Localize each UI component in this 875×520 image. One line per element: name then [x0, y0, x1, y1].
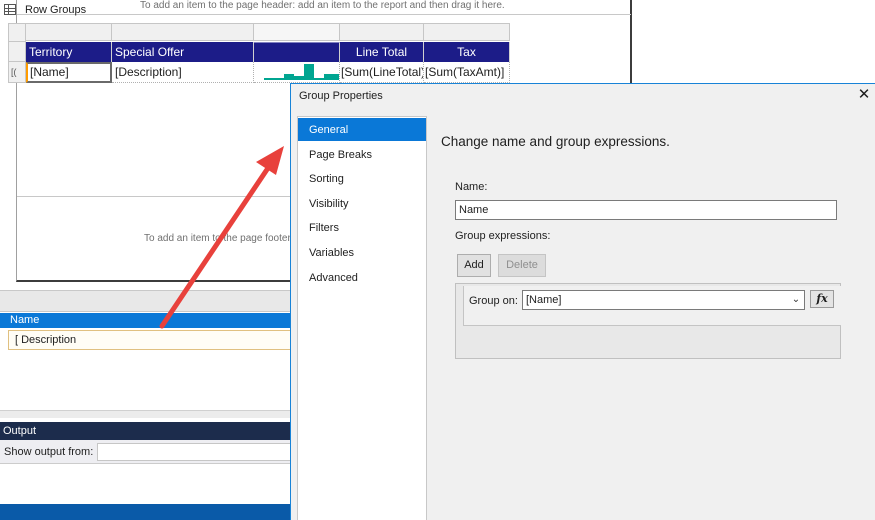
- sparkline-bar: [294, 76, 304, 80]
- row-groups-title: Row Groups: [25, 4, 87, 16]
- column-handle-sparkline[interactable]: [254, 23, 340, 41]
- tablix-corner-handle[interactable]: [8, 23, 26, 42]
- add-button[interactable]: Add: [457, 254, 491, 277]
- data-cell-line-total[interactable]: [Sum(LineTotal)]: [340, 62, 424, 83]
- column-handle-line-total[interactable]: [340, 23, 424, 41]
- sparkline-bar: [304, 64, 314, 80]
- nav-advanced[interactable]: Advanced: [298, 266, 426, 289]
- table-icon: [4, 4, 16, 15]
- group-on-select[interactable]: [Name]: [522, 290, 805, 310]
- nav-sorting[interactable]: Sorting: [298, 167, 426, 190]
- data-cell-sparkline[interactable]: [254, 62, 340, 83]
- column-handle-tax[interactable]: [424, 23, 510, 41]
- page-footer-hint: To add an item to the page footer: [144, 233, 291, 244]
- name-label: Name:: [455, 181, 488, 193]
- dialog-heading: Change name and group expressions.: [441, 134, 670, 149]
- expression-fx-button[interactable]: fx: [810, 290, 834, 308]
- output-panel-title: Output: [0, 422, 292, 440]
- column-handle-territory[interactable]: [26, 23, 112, 41]
- header-cell-line-total[interactable]: Line Total: [340, 42, 424, 62]
- nav-variables[interactable]: Variables: [298, 241, 426, 264]
- group-name-input[interactable]: [455, 200, 837, 220]
- detail-row-handle[interactable]: [(: [8, 62, 26, 83]
- header-cell-sparkline[interactable]: [254, 42, 340, 62]
- header-row-handle[interactable]: [8, 42, 26, 62]
- sparkline-bar: [274, 78, 284, 80]
- data-cell-description[interactable]: [Description]: [112, 62, 254, 83]
- row-group-description[interactable]: [ Description: [8, 330, 292, 350]
- sparkline-bar: [324, 74, 334, 80]
- header-cell-territory[interactable]: Territory: [26, 42, 112, 62]
- row-groups-header: [0, 290, 292, 312]
- nav-page-breaks[interactable]: Page Breaks: [298, 143, 426, 166]
- group-on-label: Group on:: [469, 295, 518, 307]
- sparkline-bar: [314, 78, 324, 80]
- nav-general[interactable]: General: [298, 118, 426, 141]
- tablix[interactable]: [( Territory Special Offer Line Total Ta…: [8, 23, 510, 87]
- sparkline-bar: [264, 78, 274, 80]
- sparkline-bar: [284, 74, 294, 80]
- page-header-hint: To add an item to the page header: add a…: [140, 0, 505, 11]
- nav-filters[interactable]: Filters: [298, 216, 426, 239]
- page-header-separator: [17, 14, 631, 15]
- row-groups-footer-strip: [0, 410, 292, 418]
- header-cell-tax[interactable]: Tax: [424, 42, 510, 62]
- close-icon[interactable]: ✕: [855, 86, 873, 104]
- dialog-title: Group Properties: [299, 90, 383, 102]
- delete-button[interactable]: Delete: [498, 254, 546, 277]
- data-cell-name[interactable]: [Name]: [26, 62, 112, 83]
- chevron-down-icon[interactable]: ⌄: [789, 293, 803, 307]
- show-output-from-select[interactable]: [97, 443, 292, 461]
- output-body: [0, 464, 292, 504]
- group-expressions-label: Group expressions:: [455, 230, 551, 242]
- status-bar: [0, 504, 292, 520]
- row-groups-body: [0, 350, 292, 416]
- show-output-from-label: Show output from:: [4, 446, 94, 458]
- data-cell-tax[interactable]: [Sum(TaxAmt)]: [424, 62, 510, 83]
- row-group-name[interactable]: Name: [0, 313, 292, 328]
- column-handle-special-offer[interactable]: [112, 23, 254, 41]
- nav-visibility[interactable]: Visibility: [298, 192, 426, 215]
- header-cell-special-offer[interactable]: Special Offer: [112, 42, 254, 62]
